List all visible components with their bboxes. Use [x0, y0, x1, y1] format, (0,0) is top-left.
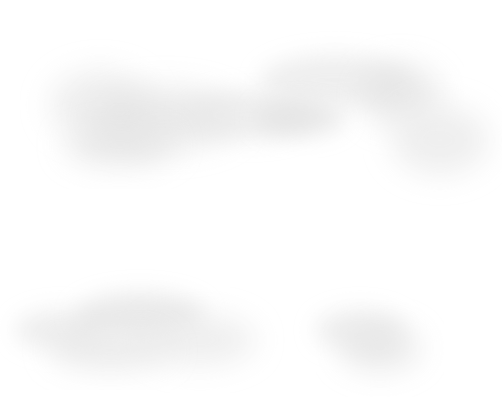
clouds-canvas	[0, 0, 502, 407]
cloud-scene	[0, 0, 502, 407]
